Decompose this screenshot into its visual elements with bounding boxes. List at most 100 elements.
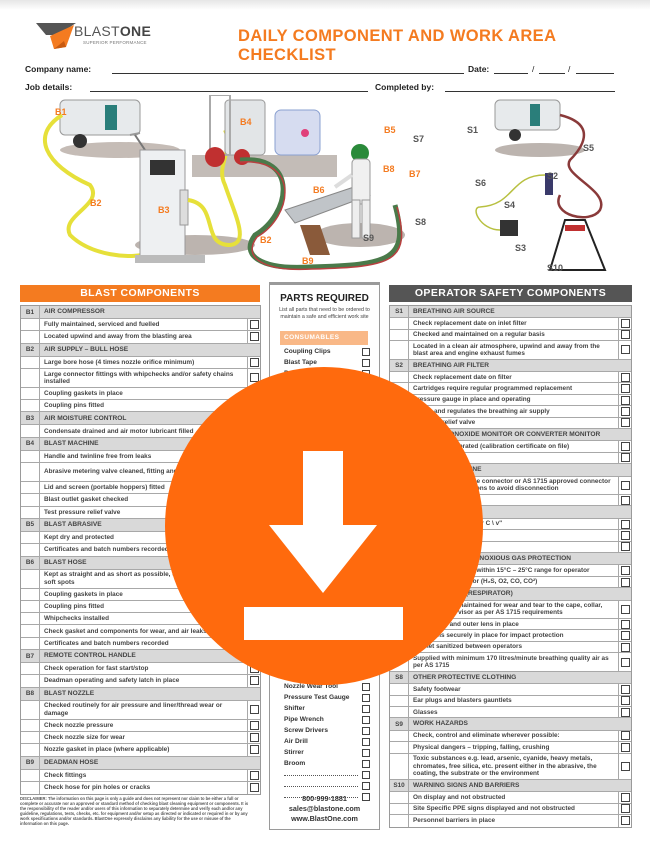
category-title: BLAST NOZZLE	[44, 690, 95, 698]
checkbox[interactable]	[249, 745, 259, 755]
item-text: Check hose for pin holes or cracks	[44, 784, 151, 792]
part-checkbox[interactable]	[362, 748, 370, 757]
part-checkbox[interactable]	[362, 715, 370, 724]
item-code-cell	[390, 730, 409, 742]
checkbox[interactable]	[620, 742, 630, 752]
label-b9: B9	[302, 256, 314, 266]
checkbox[interactable]	[620, 442, 630, 452]
checkbox[interactable]	[249, 720, 259, 730]
checkbox[interactable]	[620, 566, 630, 576]
item-text: Check nozzle size for wear	[44, 733, 125, 741]
checkbox[interactable]	[249, 770, 259, 780]
part-checkbox[interactable]	[362, 347, 370, 356]
item-checkbox-cell	[618, 541, 631, 553]
item-checkbox-cell	[618, 815, 631, 827]
part-label: Screw Drivers	[284, 727, 328, 734]
checkbox[interactable]	[620, 631, 630, 641]
part-checkbox[interactable]	[362, 726, 370, 735]
checkbox[interactable]	[249, 733, 259, 743]
checklist-item: Fully maintained, serviced and fuelled	[21, 319, 260, 332]
checkbox[interactable]	[620, 395, 630, 405]
checkbox[interactable]	[620, 793, 630, 803]
equipment-illustration: B1 B2 B3 B4 B5 B6 B7 B8 B9 B2 S1 S2 S3 S…	[10, 94, 640, 280]
checklist-item: Check replacement date on inlet filter	[390, 318, 631, 330]
checkbox[interactable]	[620, 495, 630, 505]
part-checkbox[interactable]	[362, 737, 370, 746]
date-year-field[interactable]	[576, 73, 614, 74]
checkbox[interactable]	[249, 783, 259, 793]
part-checkbox[interactable]	[362, 770, 370, 779]
item-checkbox-cell	[618, 518, 631, 530]
checkbox[interactable]	[620, 619, 630, 629]
item-code-cell	[21, 356, 40, 368]
part-checkbox[interactable]	[362, 358, 370, 367]
checkbox[interactable]	[620, 418, 630, 428]
checkbox[interactable]	[620, 731, 630, 741]
part-checkbox[interactable]	[362, 693, 370, 702]
checkbox[interactable]	[620, 577, 630, 587]
checkbox[interactable]	[620, 604, 630, 614]
contact-website[interactable]: www.BlastOne.com	[270, 814, 379, 823]
blank-part-line[interactable]	[284, 781, 372, 790]
category-code: B9	[21, 756, 40, 769]
item-code-cell	[21, 675, 40, 687]
checkbox[interactable]	[620, 761, 630, 771]
checkbox[interactable]	[620, 804, 630, 814]
checkbox[interactable]	[620, 406, 630, 416]
item-code-cell	[21, 731, 40, 744]
checkbox[interactable]	[620, 657, 630, 667]
checkbox[interactable]	[249, 705, 259, 715]
checkbox[interactable]	[620, 384, 630, 394]
part-item: Stirrer	[284, 748, 372, 757]
date-day-field[interactable]	[494, 73, 528, 74]
part-label: Coupling Clips	[284, 348, 331, 355]
item-text: Check, control and eliminate wherever po…	[413, 732, 560, 740]
contact-email[interactable]: sales@blastone.com	[270, 804, 379, 813]
checkbox[interactable]	[620, 816, 630, 826]
blast-operator-icon	[333, 144, 371, 239]
download-button[interactable]	[165, 367, 483, 685]
checkbox[interactable]	[620, 707, 630, 717]
checkbox[interactable]	[620, 330, 630, 340]
item-code-cell	[390, 792, 409, 803]
checkbox[interactable]	[620, 319, 630, 329]
date-month-field[interactable]	[539, 73, 565, 74]
part-checkbox[interactable]	[362, 759, 370, 768]
item-text: Nozzle gasket in place (where applicable…	[44, 746, 170, 754]
checklist-item: Checked routinely for air pressure and l…	[21, 700, 260, 720]
parts-top-border	[269, 282, 380, 285]
checkbox[interactable]	[620, 372, 630, 382]
checkbox[interactable]	[620, 530, 630, 540]
item-code-cell	[21, 425, 40, 437]
company-name-field[interactable]	[112, 73, 464, 74]
checkbox[interactable]	[249, 357, 259, 367]
item-checkbox-cell	[618, 742, 631, 753]
category-code: B2	[21, 343, 40, 356]
checkbox[interactable]	[620, 542, 630, 552]
item-code-cell	[21, 482, 40, 494]
checkbox[interactable]	[620, 345, 630, 355]
item-text: Located upwind and away from the blastin…	[44, 333, 192, 341]
item-checkbox-cell	[618, 641, 631, 653]
part-checkbox[interactable]	[362, 704, 370, 713]
part-checkbox[interactable]	[362, 781, 370, 790]
category-row: B2 AIR SUPPLY – BULL HOSE	[21, 343, 260, 357]
blank-part-line[interactable]	[284, 770, 372, 779]
checkbox[interactable]	[249, 320, 259, 330]
checkbox[interactable]	[620, 684, 630, 694]
label-s10: S10	[547, 263, 564, 273]
job-details-field[interactable]	[90, 91, 368, 92]
completed-by-field[interactable]	[445, 91, 615, 92]
checkbox[interactable]	[620, 642, 630, 652]
checkbox[interactable]	[249, 332, 259, 342]
checkbox[interactable]	[620, 519, 630, 529]
item-text: Checked routinely for air pressure and l…	[44, 702, 223, 717]
checkbox[interactable]	[620, 696, 630, 706]
part-item: Pipe Wrench	[284, 715, 372, 724]
checkbox[interactable]	[620, 480, 630, 490]
checkbox[interactable]	[620, 453, 630, 463]
item-code-cell	[21, 569, 40, 588]
parts-description: List all parts that need to be ordered t…	[279, 307, 370, 320]
dotted-line	[284, 775, 358, 776]
item-code-cell	[21, 331, 40, 343]
